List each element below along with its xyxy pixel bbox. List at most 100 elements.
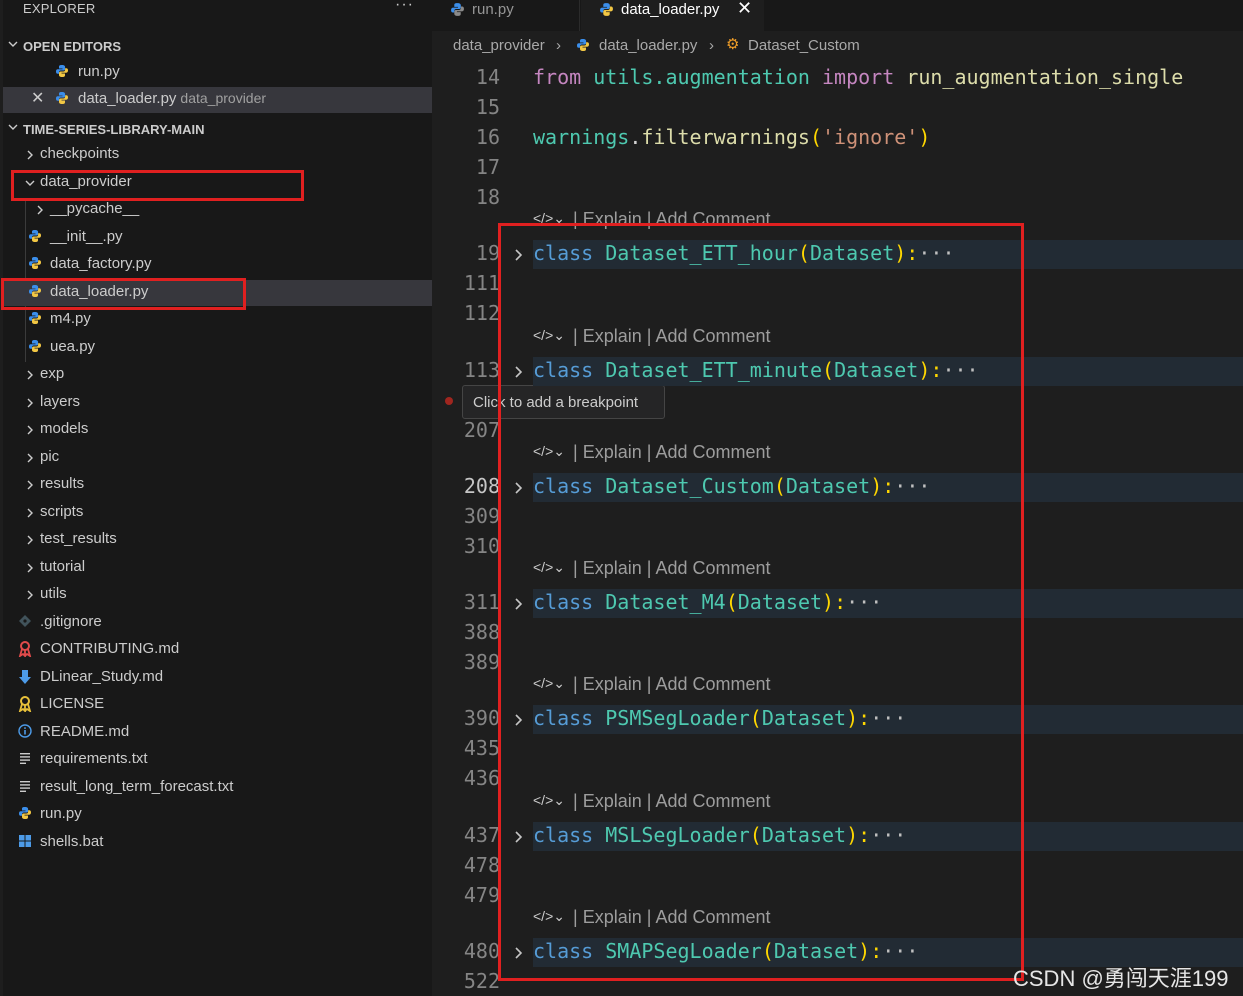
folded-ellipsis[interactable]: ···	[894, 474, 930, 498]
tree-item-license[interactable]: LICENSE	[3, 692, 432, 718]
fold-chevron-icon[interactable]	[513, 481, 525, 495]
class-definition[interactable]: class Dataset_ETT_minute(Dataset):···	[533, 358, 979, 382]
class-definition[interactable]: class MSLSegLoader(Dataset):···	[533, 823, 906, 847]
tree-item-data-factory-py[interactable]: data_factory.py	[3, 252, 432, 278]
open-editor-item-active[interactable]: ✕ data_loader.py data_provider	[3, 87, 432, 113]
breadcrumb-file[interactable]: data_loader.py	[599, 37, 697, 54]
line-number[interactable]: 18	[432, 185, 500, 209]
class-definition[interactable]: class SMAPSegLoader(Dataset):···	[533, 939, 918, 963]
codelens-explain[interactable]: Explain	[583, 209, 642, 229]
fold-chevron-icon[interactable]	[513, 365, 525, 379]
line-number[interactable]: 436	[432, 766, 500, 790]
more-actions-icon[interactable]: ···	[395, 0, 414, 14]
tree-item-readme-md[interactable]: README.md	[3, 720, 432, 746]
tree-item-scripts[interactable]: scripts	[3, 500, 432, 526]
codelens-explain[interactable]: Explain	[583, 674, 642, 694]
fold-chevron-icon[interactable]	[513, 830, 525, 844]
class-definition[interactable]: class Dataset_Custom(Dataset):···	[533, 474, 930, 498]
code-editor[interactable]: from utils.augmentation import run_augme…	[432, 57, 1243, 996]
tree-item-data-loader-py[interactable]: data_loader.py	[3, 280, 432, 306]
line-number[interactable]: 16	[432, 125, 500, 149]
line-number[interactable]: 311	[432, 590, 500, 614]
tree-item-models[interactable]: models	[3, 417, 432, 443]
line-number[interactable]: 207	[432, 418, 500, 442]
line-number[interactable]: 113	[432, 358, 500, 382]
codelens-add-comment[interactable]: Add Comment	[655, 791, 770, 811]
codelens-explain[interactable]: Explain	[583, 326, 642, 346]
open-editors-header[interactable]: OPEN EDITORS	[3, 35, 432, 57]
folded-ellipsis[interactable]: ···	[870, 823, 906, 847]
tree-item-results[interactable]: results	[3, 472, 432, 498]
project-header[interactable]: TIME-SERIES-LIBRARY-MAIN	[3, 118, 432, 140]
codelens-icon[interactable]: </>⌄	[533, 327, 573, 344]
codelens-add-comment[interactable]: Add Comment	[655, 674, 770, 694]
line-number[interactable]: 390	[432, 706, 500, 730]
line-number[interactable]: 310	[432, 534, 500, 558]
breadcrumb-folder[interactable]: data_provider	[453, 37, 545, 54]
tree-item-init-py[interactable]: __init__.py	[3, 225, 432, 251]
close-tab-icon[interactable]: ✕	[737, 0, 752, 19]
codelens-add-comment[interactable]: Add Comment	[655, 907, 770, 927]
line-number[interactable]: 17	[432, 155, 500, 179]
folded-ellipsis[interactable]: ···	[846, 590, 882, 614]
codelens-icon[interactable]: </>⌄	[533, 792, 573, 809]
codelens-icon[interactable]: </>⌄	[533, 210, 573, 227]
tree-item-exp[interactable]: exp	[3, 362, 432, 388]
line-number[interactable]: 480	[432, 939, 500, 963]
tree-item-uea-py[interactable]: uea.py	[3, 335, 432, 361]
tree-item-result-long-term-forecast-txt[interactable]: result_long_term_forecast.txt	[3, 775, 432, 801]
breakpoint-hint-icon[interactable]	[445, 397, 453, 405]
codelens-add-comment[interactable]: Add Comment	[655, 558, 770, 578]
code-line-import[interactable]: from utils.augmentation import run_augme…	[533, 65, 1183, 89]
line-number[interactable]: 15	[432, 95, 500, 119]
codelens-add-comment[interactable]: Add Comment	[655, 326, 770, 346]
line-number[interactable]: 388	[432, 620, 500, 644]
codelens-icon[interactable]: </>⌄	[533, 675, 573, 692]
tree-item-utils[interactable]: utils	[3, 582, 432, 608]
breadcrumb-symbol[interactable]: Dataset_Custom	[748, 37, 860, 54]
class-definition[interactable]: class Dataset_ETT_hour(Dataset):···	[533, 241, 954, 265]
tree-item-pycache[interactable]: __pycache__	[3, 197, 432, 223]
class-definition[interactable]: class Dataset_M4(Dataset):···	[533, 590, 882, 614]
tree-item-data-provider[interactable]: data_provider	[3, 170, 432, 196]
codelens-icon[interactable]: </>⌄	[533, 908, 573, 925]
line-number[interactable]: 479	[432, 883, 500, 907]
folded-ellipsis[interactable]: ···	[918, 241, 954, 265]
codelens-explain[interactable]: Explain	[583, 442, 642, 462]
line-number[interactable]: 111	[432, 271, 500, 295]
tree-item-checkpoints[interactable]: checkpoints	[3, 142, 432, 168]
codelens-add-comment[interactable]: Add Comment	[655, 209, 770, 229]
tree-item-requirements-txt[interactable]: requirements.txt	[3, 747, 432, 773]
tree-item-tutorial[interactable]: tutorial	[3, 555, 432, 581]
line-number[interactable]: 437	[432, 823, 500, 847]
fold-chevron-icon[interactable]	[513, 713, 525, 727]
codelens-icon[interactable]: </>⌄	[533, 559, 573, 576]
folded-ellipsis[interactable]: ···	[870, 706, 906, 730]
fold-chevron-icon[interactable]	[513, 946, 525, 960]
tree-item-dlinear-study-md[interactable]: DLinear_Study.md	[3, 665, 432, 691]
tree-item-gitignore[interactable]: .gitignore	[3, 610, 432, 636]
tree-item-shells-bat[interactable]: shells.bat	[3, 830, 432, 856]
fold-chevron-icon[interactable]	[513, 248, 525, 262]
tree-item-contributing-md[interactable]: CONTRIBUTING.md	[3, 637, 432, 663]
code-line-warnings[interactable]: warnings.filterwarnings('ignore')	[533, 125, 930, 149]
tab-run-py[interactable]: run.py	[432, 0, 580, 31]
codelens-explain[interactable]: Explain	[583, 791, 642, 811]
line-number[interactable]: 19	[432, 241, 500, 265]
tree-item-layers[interactable]: layers	[3, 390, 432, 416]
line-number[interactable]: 208	[432, 474, 500, 498]
line-number[interactable]: 309	[432, 504, 500, 528]
codelens-add-comment[interactable]: Add Comment	[655, 442, 770, 462]
codelens-explain[interactable]: Explain	[583, 558, 642, 578]
codelens-icon[interactable]: </>⌄	[533, 443, 573, 460]
folded-ellipsis[interactable]: ···	[882, 939, 918, 963]
tree-item-pic[interactable]: pic	[3, 445, 432, 471]
open-editor-item[interactable]: run.py	[3, 60, 432, 86]
tree-item-test-results[interactable]: test_results	[3, 527, 432, 553]
close-icon[interactable]: ✕	[31, 88, 44, 108]
codelens-explain[interactable]: Explain	[583, 907, 642, 927]
line-number[interactable]: 389	[432, 650, 500, 674]
tree-item-m4-py[interactable]: m4.py	[3, 307, 432, 333]
line-number[interactable]: 522	[432, 969, 500, 993]
tab-data-loader-py[interactable]: data_loader.py ✕	[581, 0, 764, 31]
